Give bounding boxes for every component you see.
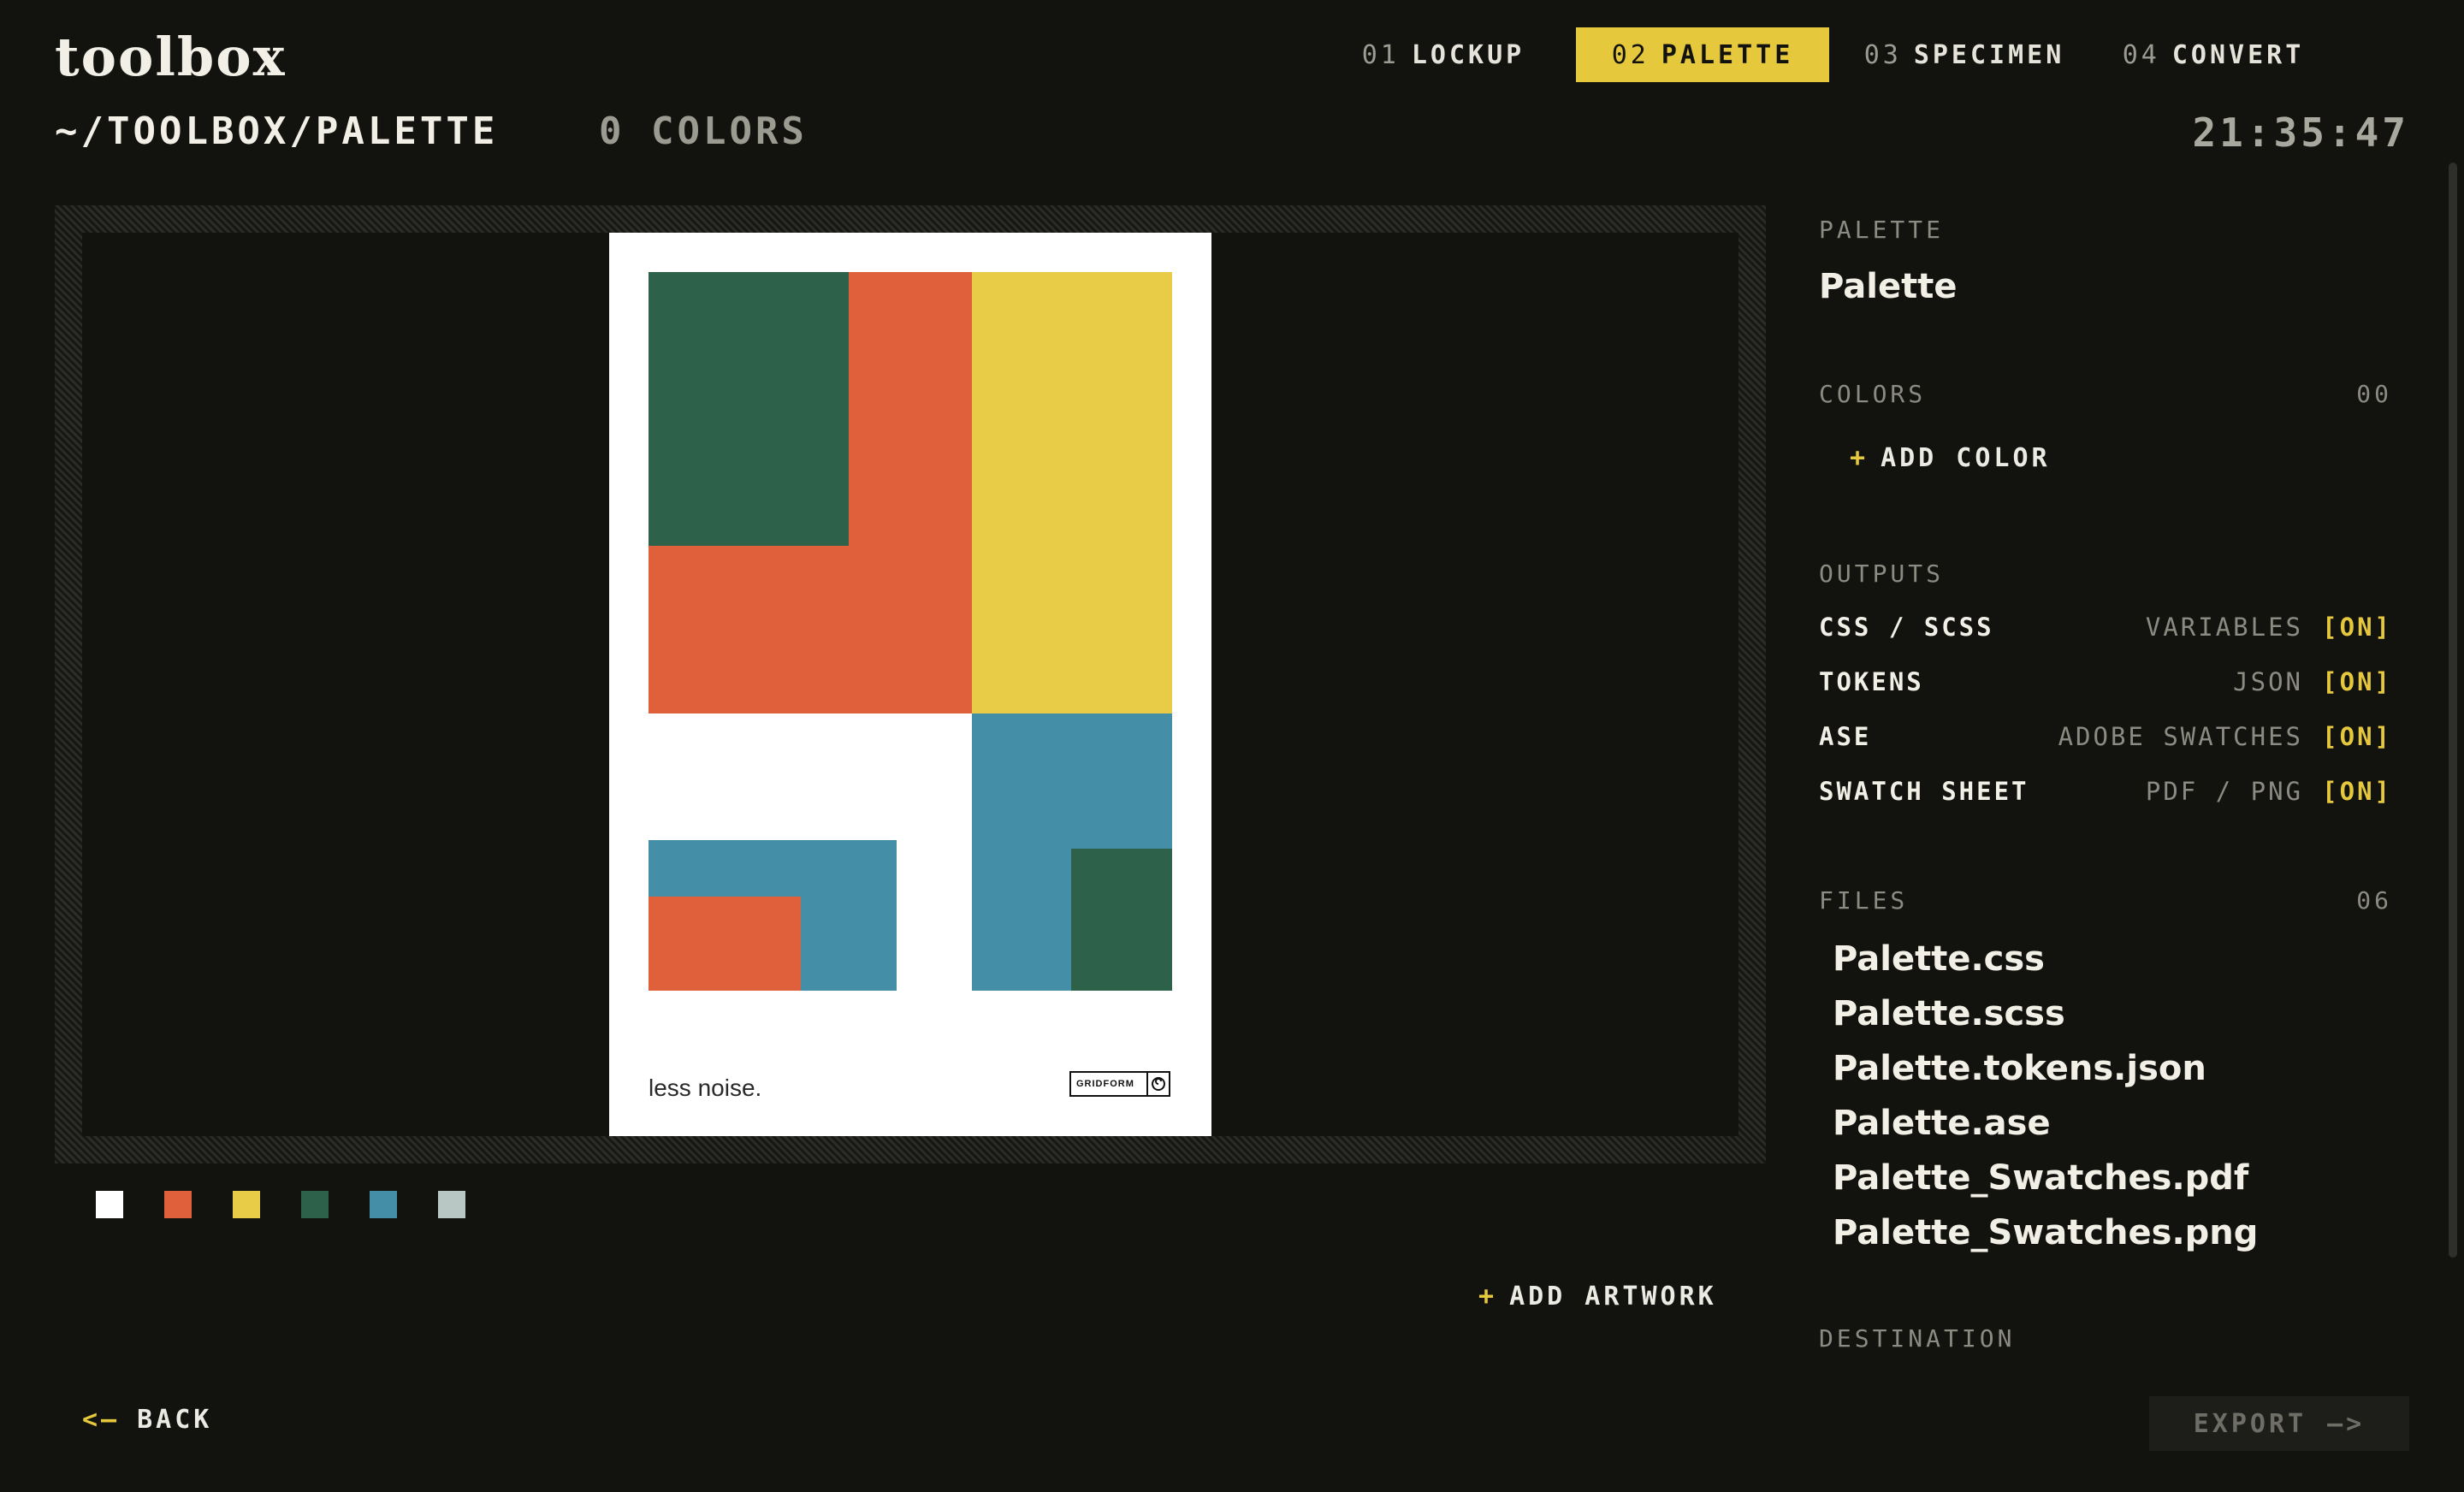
toolbox-logo: toolbox <box>55 26 287 88</box>
art-block-orange <box>849 272 972 546</box>
art-block-orange-small <box>649 897 801 991</box>
output-row-swatch-sheet[interactable]: SWATCH SHEET PDF / PNG [ON] <box>1819 777 2392 811</box>
plus-icon: + <box>1478 1282 1498 1311</box>
add-color-button[interactable]: + ADD COLOR <box>1850 443 2051 473</box>
tab-number: 03 <box>1863 39 1902 70</box>
output-row-css[interactable]: CSS / SCSS VARIABLES [ON] <box>1819 613 2392 647</box>
output-toggle[interactable]: [ON] <box>2322 613 2392 642</box>
output-name: TOKENS <box>1819 667 1924 696</box>
export-button[interactable]: EXPORT —> <box>2149 1396 2409 1451</box>
logo-wordmark: GRIDFORM <box>1076 1079 1134 1089</box>
swatch-blue[interactable] <box>370 1191 397 1218</box>
export-label: EXPORT <box>2193 1408 2307 1439</box>
tab-convert[interactable]: 04 CONVERT <box>2100 27 2327 82</box>
file-item[interactable]: Palette.scss <box>1833 994 2065 1033</box>
artwork-poster: less noise. GRIDFORM <box>609 233 1211 1136</box>
swatch-white[interactable] <box>96 1191 123 1218</box>
file-item[interactable]: Palette_Swatches.png <box>1833 1213 2258 1252</box>
swatch-orange[interactable] <box>164 1191 192 1218</box>
colors-section-label: COLORS <box>1819 380 1927 408</box>
swatch-gray[interactable] <box>438 1191 465 1218</box>
files-count: 06 <box>2356 886 2392 915</box>
swatch-yellow[interactable] <box>233 1191 260 1218</box>
file-item[interactable]: Palette.tokens.json <box>1833 1049 2206 1088</box>
art-block-green <box>649 272 849 546</box>
output-row-tokens[interactable]: TOKENS JSON [ON] <box>1819 667 2392 702</box>
output-toggle[interactable]: [ON] <box>2322 667 2392 696</box>
output-row-ase[interactable]: ASE ADOBE SWATCHES [ON] <box>1819 722 2392 756</box>
tab-number: 01 <box>1361 39 1400 70</box>
output-format: ADOBE SWATCHES <box>2058 722 2303 751</box>
back-arrow-icon: <— <box>82 1405 121 1435</box>
output-toggle[interactable]: [ON] <box>2322 777 2392 806</box>
tab-lockup[interactable]: 01 LOCKUP <box>1353 27 1533 82</box>
output-format: VARIABLES <box>2145 613 2303 642</box>
output-name: CSS / SCSS <box>1819 613 1994 642</box>
output-format: PDF / PNG <box>2145 777 2303 806</box>
tab-label: CONVERT <box>2171 39 2305 70</box>
art-block-orange-lower <box>649 546 972 713</box>
tab-label: PALETTE <box>1661 39 1794 70</box>
output-format: JSON <box>2233 667 2303 696</box>
palette-section-label: PALETTE <box>1819 216 1945 244</box>
add-artwork-button[interactable]: + ADD ARTWORK <box>1478 1282 1717 1311</box>
tab-number: 04 <box>2122 39 2160 70</box>
tab-palette[interactable]: 02 PALETTE <box>1576 27 1829 82</box>
breadcrumb: ~/TOOLBOX/PALETTE <box>55 110 499 153</box>
gridform-logo: GRIDFORM <box>1069 1071 1170 1097</box>
add-artwork-label: ADD ARTWORK <box>1509 1282 1717 1311</box>
swatch-green[interactable] <box>301 1191 329 1218</box>
artwork-stage: less noise. GRIDFORM <box>55 205 1766 1163</box>
palette-name[interactable]: Palette <box>1819 267 1957 306</box>
file-item[interactable]: Palette.ase <box>1833 1104 2051 1143</box>
output-toggle[interactable]: [ON] <box>2322 722 2392 751</box>
colors-count: 00 <box>2356 380 2392 408</box>
artwork-canvas[interactable]: less noise. GRIDFORM <box>82 233 1738 1136</box>
spiral-icon <box>1146 1073 1169 1095</box>
art-block-green-small <box>1071 849 1172 991</box>
add-color-label: ADD COLOR <box>1881 443 2051 473</box>
outputs-section-label: OUTPUTS <box>1819 560 1945 588</box>
tab-number: 02 <box>1611 39 1650 70</box>
file-item[interactable]: Palette.css <box>1833 939 2045 979</box>
plus-icon: + <box>1850 443 1869 473</box>
back-button[interactable]: <— BACK <box>82 1405 212 1435</box>
tab-label: LOCKUP <box>1411 39 1525 70</box>
art-block-yellow <box>972 272 1172 713</box>
destination-section-label: DESTINATION <box>1819 1324 2016 1353</box>
color-count: 0 COLORS <box>599 110 808 153</box>
export-arrow-icon: —> <box>2327 1408 2366 1439</box>
artwork-caption: less noise. <box>649 1075 762 1101</box>
output-name: SWATCH SHEET <box>1819 777 2029 806</box>
output-name: ASE <box>1819 722 1872 751</box>
settings-panel: PALETTE Palette COLORS 00 + ADD COLOR OUT… <box>1817 205 2399 1386</box>
panel-scrollbar[interactable] <box>2449 163 2457 1258</box>
top-nav: 01 LOCKUP 02 PALETTE 03 SPECIMEN 04 CONV… <box>1353 27 2327 82</box>
file-item[interactable]: Palette_Swatches.pdf <box>1833 1158 2248 1198</box>
files-section-label: FILES <box>1819 886 1909 915</box>
clock: 21:35:47 <box>2192 110 2409 156</box>
tab-label: SPECIMEN <box>1913 39 2065 70</box>
back-label: BACK <box>137 1405 213 1435</box>
tab-specimen[interactable]: 03 SPECIMEN <box>1846 27 2082 82</box>
